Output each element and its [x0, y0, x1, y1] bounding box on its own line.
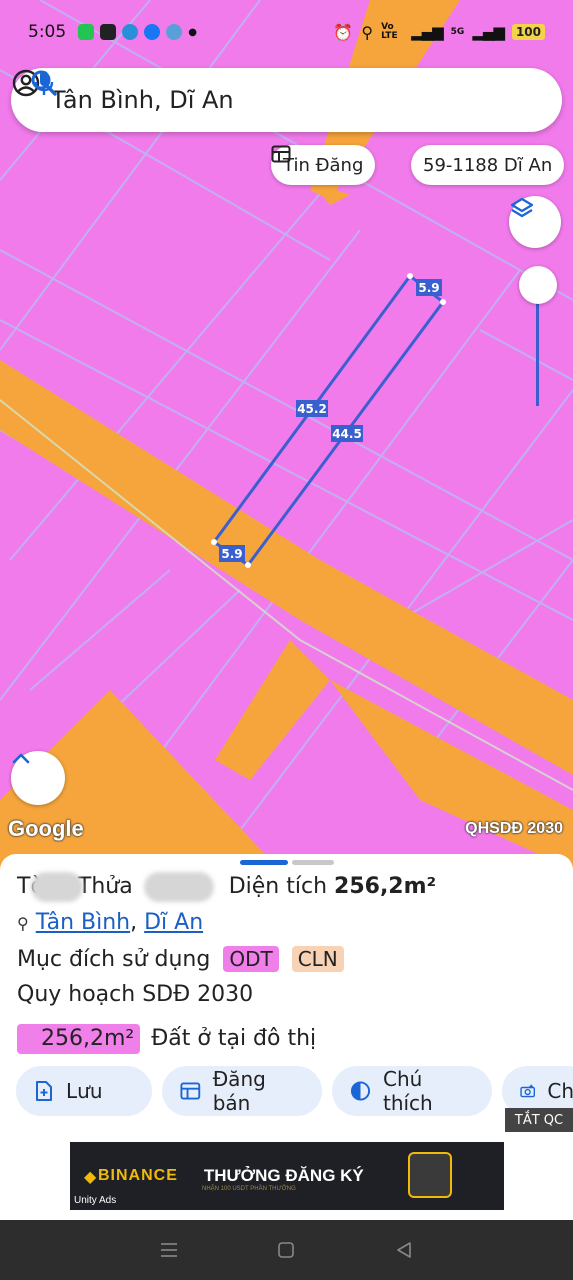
system-nav-bar	[0, 1220, 573, 1280]
binance-logo-icon: ◆	[84, 1166, 97, 1186]
layers-button[interactable]	[509, 196, 561, 248]
area-label: Diện tích	[228, 874, 328, 899]
bird-icon	[166, 24, 183, 40]
add-file-icon	[36, 1081, 52, 1101]
redacted-sheet-number	[30, 872, 83, 902]
volte-label: Vo LTE	[381, 22, 398, 41]
sell-button[interactable]: Đăng bán	[162, 1066, 322, 1116]
map-layer-name: QHSDĐ 2030	[465, 820, 563, 837]
location-separator: ,	[130, 910, 138, 935]
search-bar[interactable]: Tân Bình, Dĩ An	[11, 68, 562, 132]
listing-chip[interactable]: Tin Đăng	[271, 145, 376, 185]
plan-label: Quy hoạch SDĐ 2030	[17, 982, 254, 1007]
recents-icon[interactable]	[160, 1242, 178, 1258]
photo-label: Ch	[547, 1079, 573, 1103]
sell-label: Đăng bán	[212, 1067, 266, 1115]
messaging-icon	[78, 24, 95, 40]
ad-subtext: NHẬN 100 USDT PHẦN THƯỞNG	[202, 1186, 296, 1192]
plan-area-badge: 256,2m²	[17, 1024, 141, 1054]
status-right: ⏰ ⚲ Vo LTE ▂▄▆ 5G ▂▄▆ 100	[333, 23, 545, 42]
google-logo: Google	[8, 816, 84, 841]
signal-2-icon: ▂▄▆	[472, 23, 505, 41]
plate-chip[interactable]: 59-1188 Dĩ An	[411, 145, 565, 185]
search-query[interactable]: Tân Bình, Dĩ An	[51, 86, 544, 114]
status-time: 5:05	[28, 22, 67, 42]
redacted-parcel-number	[143, 872, 214, 902]
sheet-handle-active[interactable]	[240, 860, 288, 865]
notification-icons: ●	[78, 24, 197, 40]
table-icon	[271, 145, 291, 163]
camera-icon	[520, 1084, 536, 1098]
ad-network: Unity Ads	[74, 1195, 117, 1206]
close-ad-button[interactable]: TẮT QC	[505, 1108, 573, 1132]
capcut-icon	[100, 24, 117, 40]
purpose-row: Mục đích sử dụng ODT CLN	[17, 946, 344, 972]
location-pin-icon: ⚲	[17, 914, 29, 933]
home-icon[interactable]	[277, 1241, 295, 1259]
city-link[interactable]: Dĩ An	[144, 910, 203, 935]
save-label: Lưu	[66, 1079, 103, 1103]
layers-icon	[510, 197, 534, 218]
legend-label: Chú thích	[382, 1067, 433, 1115]
area-value: 256,2m²	[334, 874, 437, 899]
measure-top: 5.9	[418, 281, 439, 295]
signal-icon: ▂▄▆	[411, 23, 444, 41]
ad-brand: BINANCE	[98, 1167, 178, 1184]
map-view[interactable]: 5.9 45.2 44.5 5.9 5:05 ● ⏰ ⚲ Vo LTE ▂▄▆ …	[0, 0, 573, 870]
parcel-title-row: Tờ Thửa Diện tích 256,2m²	[17, 872, 436, 902]
contrast-icon	[350, 1081, 371, 1101]
battery: 100	[511, 24, 545, 40]
facebook-icon	[144, 24, 161, 40]
microphone-icon[interactable]	[29, 68, 59, 98]
chevron-up-icon	[12, 753, 30, 764]
opacity-slider-knob[interactable]	[519, 266, 557, 304]
expand-up-button[interactable]	[11, 751, 65, 805]
legend-button[interactable]: Chú thích	[332, 1066, 492, 1116]
purpose-label: Mục đích sử dụng	[17, 947, 211, 972]
purpose-tag-odt[interactable]: ODT	[223, 946, 279, 972]
location-icon: ⚲	[361, 22, 374, 42]
measure-right: 44.5	[332, 427, 362, 441]
save-button[interactable]: Lưu	[16, 1066, 152, 1116]
ad-banner[interactable]: ◆ BINANCE THƯỞNG ĐĂNG KÝ NHẬN 100 USDT P…	[70, 1142, 504, 1210]
ad-image	[408, 1152, 452, 1198]
opacity-slider-track[interactable]	[536, 290, 539, 406]
parcel-label: Thửa	[77, 874, 133, 899]
back-icon[interactable]	[395, 1241, 413, 1259]
alarm-icon: ⏰	[333, 22, 354, 42]
network-type: 5G	[450, 27, 465, 37]
plate-chip-label: 59-1188 Dĩ An	[423, 154, 553, 176]
listing-chip-label: Tin Đăng	[283, 154, 364, 176]
location-row: ⚲ Tân Bình, Dĩ An	[17, 910, 203, 935]
status-bar: 5:05 ● ⏰ ⚲ Vo LTE ▂▄▆ 5G ▂▄▆ 100	[0, 0, 573, 64]
ward-link[interactable]: Tân Bình	[36, 910, 130, 935]
app-icon	[122, 24, 139, 40]
measure-left: 45.2	[297, 402, 327, 416]
measure-bottom: 5.9	[221, 547, 242, 561]
purpose-tag-cln[interactable]: CLN	[291, 946, 344, 972]
plan-row: 256,2m² Đất ở tại đô thị	[17, 1024, 316, 1054]
ad-cta: THƯỞNG ĐĂNG KÝ	[203, 1166, 364, 1185]
listing-icon	[180, 1082, 201, 1100]
plan-description: Đất ở tại đô thị	[151, 1026, 317, 1051]
sheet-handle[interactable]	[292, 860, 334, 865]
more-dot-icon: ●	[188, 26, 197, 38]
